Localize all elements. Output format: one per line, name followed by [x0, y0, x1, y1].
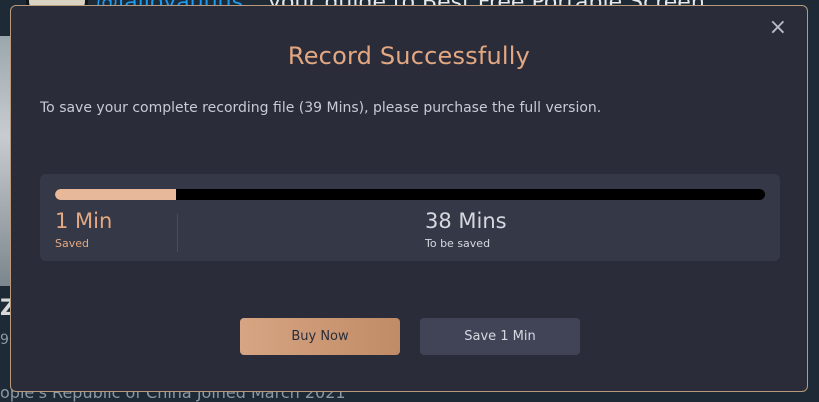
- buy-now-button[interactable]: Buy Now: [240, 318, 400, 355]
- stat-divider: [177, 214, 178, 252]
- remaining-label: To be saved: [425, 237, 491, 250]
- close-icon[interactable]: ×: [769, 16, 787, 40]
- progress-track: [55, 189, 765, 200]
- saved-label: Saved: [55, 237, 89, 250]
- saved-value: 1 Min: [55, 209, 113, 233]
- progress-panel: 1 Min Saved 38 Mins To be saved: [40, 174, 780, 261]
- remaining-value: 38 Mins: [425, 209, 507, 233]
- saved-stat: 1 Min Saved: [55, 208, 112, 250]
- save-partial-button[interactable]: Save 1 Min: [420, 318, 580, 355]
- progress-fill: [55, 189, 176, 200]
- dialog-title: Record Successfully: [287, 42, 531, 70]
- record-success-dialog: × Record Successfully To save your compl…: [10, 5, 808, 392]
- dialog-message: To save your complete recording file (39…: [40, 100, 602, 116]
- remaining-stat: 38 Mins To be saved: [425, 208, 507, 250]
